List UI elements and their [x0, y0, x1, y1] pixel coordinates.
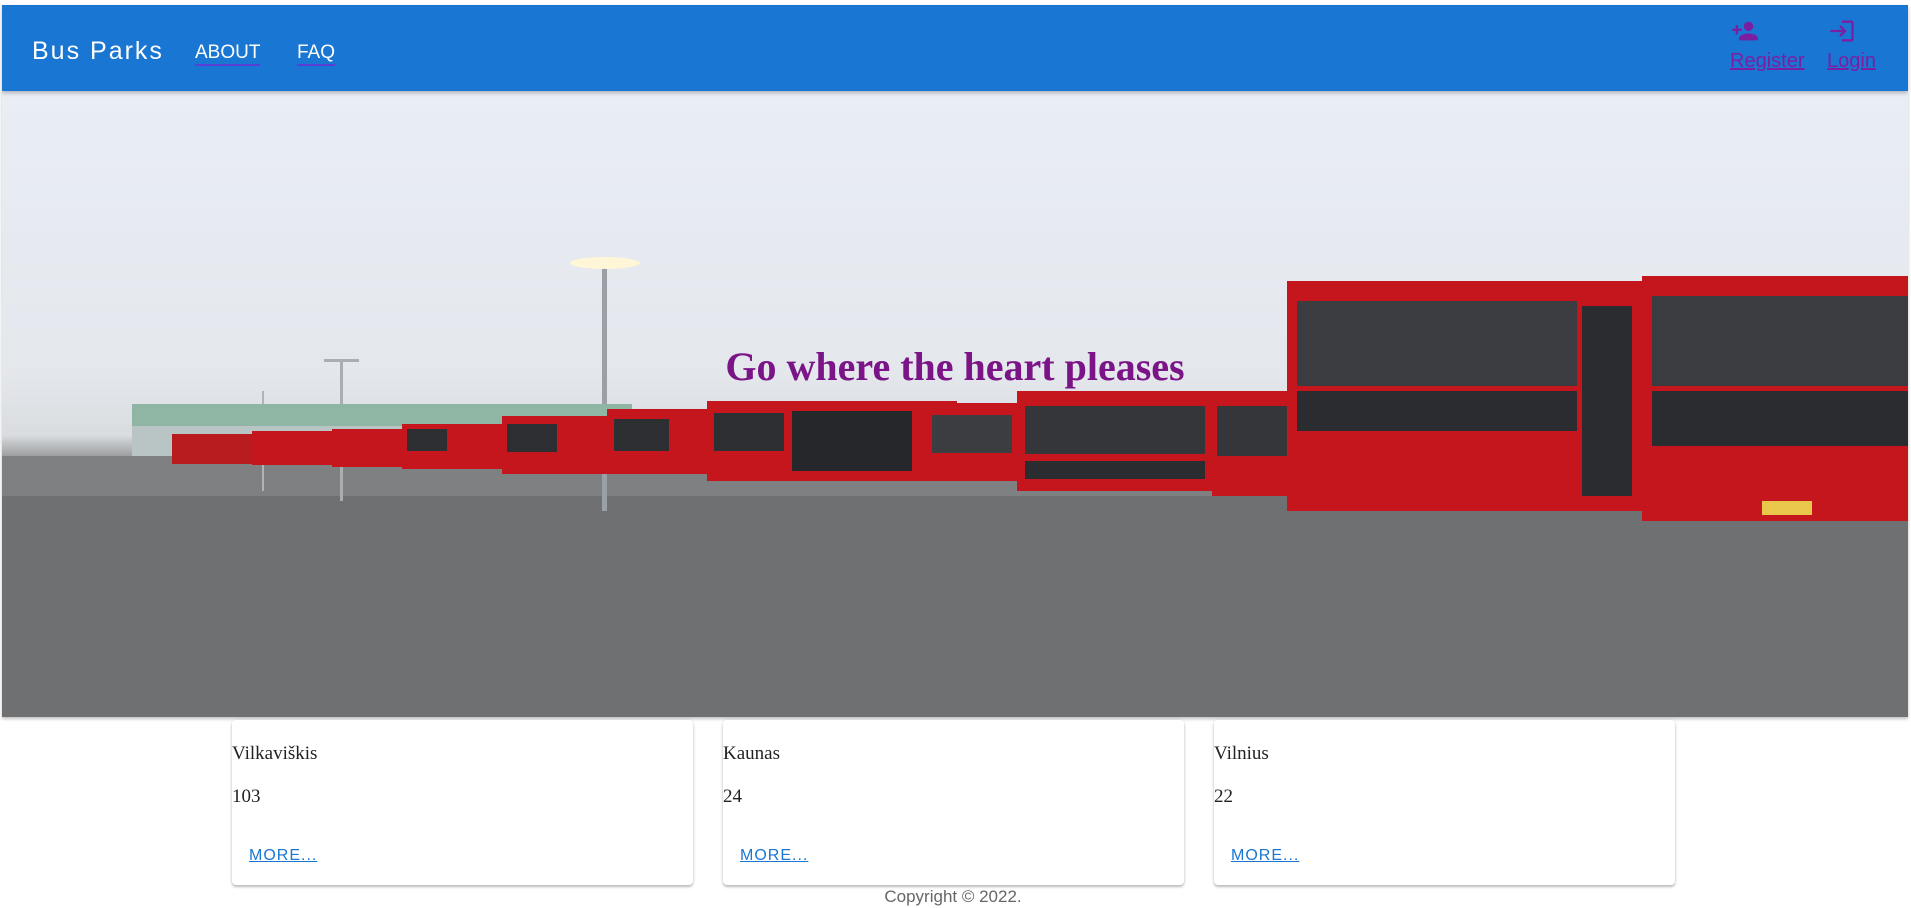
bus-depot-image: [2, 257, 1908, 717]
park-count: 24: [723, 786, 742, 807]
nav-faq-link[interactable]: FAQ: [297, 42, 336, 66]
register-label[interactable]: Register: [1730, 49, 1804, 73]
park-name: Vilkaviškis: [232, 743, 318, 764]
register-button[interactable]: Register: [1730, 17, 1804, 73]
app-bar: Bus Parks ABOUT FAQ Register Login: [2, 5, 1908, 91]
park-count: 103: [232, 786, 261, 807]
login-label[interactable]: Login: [1827, 49, 1876, 73]
park-name: Vilnius: [1214, 743, 1269, 764]
page: Bus Parks ABOUT FAQ Register Login Go wh…: [0, 0, 1911, 908]
brand-title[interactable]: Bus Parks: [32, 36, 164, 66]
more-link[interactable]: MORE...: [1231, 847, 1299, 865]
nav-about-link[interactable]: ABOUT: [195, 42, 261, 66]
login-icon: [1830, 20, 1854, 42]
login-button[interactable]: Login: [1827, 17, 1876, 73]
more-link[interactable]: MORE...: [249, 847, 317, 865]
hero-banner: Go where the heart pleases: [2, 91, 1908, 717]
more-link[interactable]: MORE...: [740, 847, 808, 865]
park-card: Vilkaviškis 103 MORE...: [232, 720, 693, 885]
hero-title: Go where the heart pleases: [725, 344, 1185, 389]
person-add-icon: [1732, 21, 1758, 41]
park-name: Kaunas: [723, 743, 780, 764]
park-count: 22: [1214, 786, 1233, 807]
footer-copyright: Copyright © 2022.: [884, 887, 1022, 906]
park-card: Kaunas 24 MORE...: [723, 720, 1184, 885]
park-card: Vilnius 22 MORE...: [1214, 720, 1675, 885]
